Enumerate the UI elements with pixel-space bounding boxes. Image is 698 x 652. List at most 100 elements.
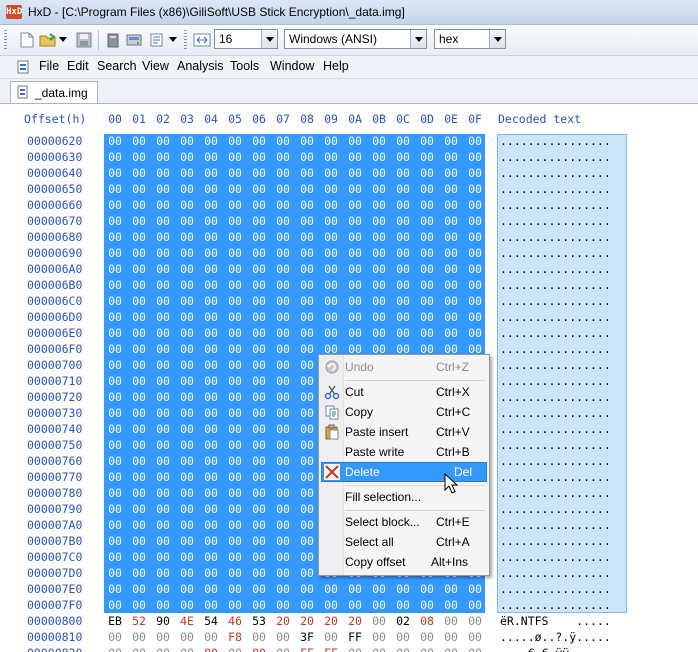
hex-byte[interactable]: 00 (201, 246, 221, 260)
hex-byte[interactable]: 00 (369, 598, 389, 612)
hex-byte[interactable]: 00 (153, 358, 173, 372)
hex-byte[interactable]: 00 (105, 502, 125, 516)
hex-byte[interactable]: 00 (345, 278, 365, 292)
hex-byte[interactable]: 00 (201, 166, 221, 180)
open-dropdown-chevron-icon[interactable] (58, 31, 68, 49)
hex-byte[interactable]: 00 (321, 582, 341, 596)
hex-byte[interactable]: 00 (153, 598, 173, 612)
decoded-text[interactable]: .....ø..?.ÿ..... (500, 630, 611, 644)
hex-byte[interactable]: 00 (441, 278, 461, 292)
hex-byte[interactable]: 00 (201, 214, 221, 228)
hex-byte[interactable]: 00 (105, 422, 125, 436)
decoded-text[interactable]: ....€.€.ÿÿ...... (500, 646, 611, 652)
chevron-down-icon[interactable] (489, 30, 505, 48)
hex-byte[interactable]: 00 (129, 358, 149, 372)
hex-byte[interactable]: 00 (153, 246, 173, 260)
hex-byte[interactable]: 00 (417, 310, 437, 324)
hex-byte[interactable]: 00 (441, 614, 461, 628)
hex-byte[interactable]: 80 (201, 646, 221, 652)
hex-byte[interactable]: 00 (225, 134, 245, 148)
hex-byte[interactable]: 00 (225, 566, 245, 580)
hex-byte[interactable]: 00 (225, 438, 245, 452)
hex-byte[interactable]: 00 (153, 278, 173, 292)
hex-byte[interactable]: 00 (177, 486, 197, 500)
hex-byte[interactable]: 00 (177, 198, 197, 212)
hex-byte[interactable]: 00 (225, 230, 245, 244)
hex-byte[interactable]: 00 (201, 150, 221, 164)
hex-row[interactable]: 000006E0 00 00 00 00 00 00 00 00 00 00 00 00 00 00 00 00… (0, 326, 698, 342)
tab-data-img[interactable]: _data.img (10, 81, 98, 103)
hex-byte[interactable]: 00 (273, 438, 293, 452)
hex-byte[interactable]: 00 (129, 454, 149, 468)
hex-byte[interactable]: 00 (345, 582, 365, 596)
hex-byte[interactable]: 00 (225, 390, 245, 404)
hex-byte[interactable]: 00 (297, 390, 317, 404)
hex-byte[interactable]: 00 (201, 134, 221, 148)
decoded-text[interactable]: ................ (500, 518, 611, 532)
hex-byte[interactable]: 00 (105, 262, 125, 276)
hex-byte[interactable]: 00 (201, 438, 221, 452)
hex-byte[interactable]: 00 (177, 422, 197, 436)
hex-byte[interactable]: 00 (105, 198, 125, 212)
hex-byte[interactable]: 00 (321, 310, 341, 324)
decoded-text[interactable]: ................ (500, 550, 611, 564)
hex-byte[interactable]: 00 (105, 438, 125, 452)
hex-byte[interactable]: 00 (273, 214, 293, 228)
hex-byte[interactable]: 00 (465, 246, 485, 260)
hex-byte[interactable]: FF (297, 646, 317, 652)
hex-byte[interactable]: 00 (321, 326, 341, 340)
hex-byte[interactable]: 00 (249, 166, 269, 180)
hex-byte[interactable]: 00 (225, 166, 245, 180)
hex-byte[interactable]: 00 (393, 598, 413, 612)
hex-byte[interactable]: 00 (465, 294, 485, 308)
hex-byte[interactable]: 00 (393, 198, 413, 212)
hex-byte[interactable]: 00 (129, 390, 149, 404)
hex-byte[interactable]: 00 (225, 374, 245, 388)
hex-byte[interactable]: 00 (153, 470, 173, 484)
hex-row[interactable]: 000006A0 00 00 00 00 00 00 00 00 00 00 00 00 00 00 00 00… (0, 262, 698, 278)
hex-byte[interactable]: 00 (297, 422, 317, 436)
save-icon[interactable] (75, 31, 93, 49)
hex-byte[interactable]: FF (345, 630, 365, 644)
hex-byte[interactable]: 00 (417, 294, 437, 308)
hex-byte[interactable]: 00 (297, 358, 317, 372)
hex-byte[interactable]: 00 (273, 646, 293, 652)
hex-byte[interactable]: 00 (153, 438, 173, 452)
hex-byte[interactable]: 00 (177, 326, 197, 340)
hex-byte[interactable]: 00 (369, 614, 389, 628)
decoded-text[interactable]: ................ (500, 278, 611, 292)
hex-byte[interactable]: 00 (129, 166, 149, 180)
hex-byte[interactable]: 00 (321, 150, 341, 164)
hex-byte[interactable]: 00 (153, 214, 173, 228)
hex-byte[interactable]: 00 (249, 598, 269, 612)
decoded-text[interactable]: ................ (500, 198, 611, 212)
hex-row[interactable]: 00000640 00 00 00 00 00 00 00 00 00 00 00 00 00 00 00 00… (0, 166, 698, 182)
open-file-icon[interactable] (39, 31, 57, 49)
offset-base-select[interactable]: hex (434, 29, 506, 49)
hex-byte[interactable]: 00 (129, 470, 149, 484)
hex-byte[interactable]: 00 (129, 230, 149, 244)
hex-byte[interactable]: 00 (345, 134, 365, 148)
hex-byte[interactable]: 00 (153, 406, 173, 420)
hex-byte[interactable]: 00 (129, 262, 149, 276)
hex-byte[interactable]: 00 (225, 326, 245, 340)
hex-byte[interactable]: 00 (177, 230, 197, 244)
hex-byte[interactable]: 00 (105, 294, 125, 308)
hex-byte[interactable]: 54 (201, 614, 221, 628)
hex-byte[interactable]: 00 (369, 198, 389, 212)
hex-byte[interactable]: 00 (321, 166, 341, 180)
menu-help[interactable]: Help (323, 59, 349, 73)
editor-dropdown-chevron-icon[interactable] (168, 31, 178, 49)
hex-byte[interactable]: 00 (273, 294, 293, 308)
hex-byte[interactable]: 00 (273, 310, 293, 324)
hex-byte[interactable]: 00 (393, 646, 413, 652)
hex-byte[interactable]: 00 (201, 598, 221, 612)
hex-byte[interactable]: 00 (153, 134, 173, 148)
hex-byte[interactable]: 00 (177, 150, 197, 164)
context-cut[interactable]: Cut Ctrl+X (321, 382, 487, 402)
hex-byte[interactable]: 00 (273, 262, 293, 276)
hex-byte[interactable]: 00 (105, 182, 125, 196)
hex-byte[interactable]: 00 (105, 230, 125, 244)
hex-byte[interactable]: 00 (249, 550, 269, 564)
decoded-text[interactable]: ................ (500, 454, 611, 468)
